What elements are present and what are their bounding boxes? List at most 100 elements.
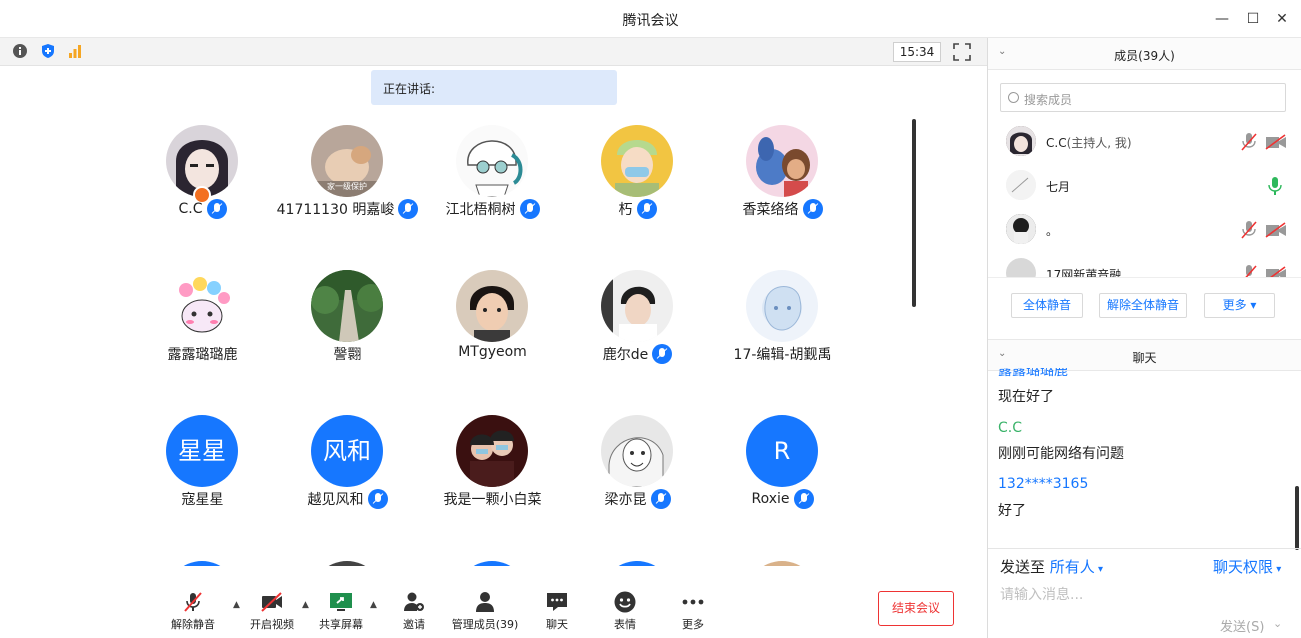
- participant-tile[interactable]: 鹿尔de: [565, 263, 710, 393]
- participant-tile[interactable]: 我是一颗小白菜: [420, 408, 565, 538]
- participant-tile[interactable]: MTgyeom: [420, 263, 565, 393]
- participant-tile[interactable]: 香菜络络: [710, 118, 855, 248]
- participant-avatar: [746, 125, 818, 197]
- mic-muted-icon[interactable]: [1240, 220, 1258, 240]
- participant-tile[interactable]: 风和越见风和: [275, 408, 420, 538]
- mic-muted-icon[interactable]: [1240, 264, 1258, 277]
- title-bar: 腾讯会议 — ☐ ✕: [0, 0, 1301, 38]
- participant-name: 朽: [618, 202, 633, 218]
- chat-header[interactable]: ⌄ 聊天: [988, 339, 1301, 371]
- camera-off-icon[interactable]: [1265, 134, 1287, 150]
- bottom-toolbar: 解除静音 ▲ 开启视频 ▲ 共享屏幕 ▲ 邀请 管理成员(39) 聊天 表情 更…: [0, 566, 987, 638]
- participant-avatar: R: [746, 415, 818, 487]
- participant-name: 41711130 明嘉峻: [276, 202, 395, 218]
- participant-tile[interactable]: 梁亦昆: [565, 408, 710, 538]
- security-shield-icon[interactable]: [40, 43, 56, 59]
- members-header[interactable]: ⌄ 成员(39人): [988, 38, 1301, 70]
- participant-tile[interactable]: 星星 寇星星: [130, 408, 275, 538]
- participant-name-line: Roxie: [710, 489, 855, 509]
- invite-button[interactable]: 邀请: [374, 590, 454, 636]
- mute-all-button[interactable]: 全体静音: [1011, 293, 1083, 318]
- send-options-caret[interactable]: ⌄: [1273, 617, 1282, 630]
- member-avatar: [1006, 214, 1036, 244]
- camera-off-icon[interactable]: [1265, 222, 1287, 238]
- chat-scrollbar[interactable]: [1295, 486, 1299, 550]
- info-icon[interactable]: [12, 43, 28, 59]
- participant-name: 17-编辑-胡觐禹: [733, 347, 832, 363]
- mic-muted-icon: [184, 592, 202, 612]
- participant-tile[interactable]: 謦翾: [275, 263, 420, 393]
- mic-muted-icon: [367, 489, 388, 509]
- members-title: 成员(39人): [1114, 49, 1175, 63]
- maximize-button[interactable]: ☐: [1242, 8, 1264, 30]
- emoji-icon: [614, 591, 636, 613]
- speaking-indicator: 正在讲话:: [371, 70, 617, 105]
- more-label: 更多: [682, 618, 704, 631]
- manage-members-label: 管理成员(39): [451, 618, 519, 631]
- chat-permission-button[interactable]: 聊天权限 ▾: [1213, 556, 1281, 577]
- participant-avatar: [601, 270, 673, 342]
- participant-name: 越见风和: [307, 492, 364, 508]
- participant-avatar: [456, 125, 528, 197]
- chat-title: 聊天: [1132, 351, 1157, 365]
- participant-name-line: 17-编辑-胡觐禹: [710, 344, 855, 364]
- chat-message-input[interactable]: 请输入消息...: [1000, 584, 1083, 604]
- more-button[interactable]: 更多: [653, 590, 733, 636]
- participant-name: Roxie: [751, 491, 790, 507]
- participant-tile[interactable]: 家一级保护 41711130 明嘉峻: [275, 118, 420, 248]
- share-screen-button[interactable]: 共享屏幕: [301, 590, 381, 636]
- member-list: C.C(主持人, 我) 七月 。 17网新莆音融: [988, 120, 1301, 277]
- participant-avatar: [456, 270, 528, 342]
- mic-muted-icon: [652, 344, 673, 364]
- participant-tile[interactable]: 露露璐璐鹿: [130, 263, 275, 393]
- member-row[interactable]: C.C(主持人, 我): [988, 120, 1301, 164]
- more-icon: [682, 599, 704, 605]
- unmute-button[interactable]: 解除静音: [153, 590, 233, 636]
- participant-avatar: [456, 415, 528, 487]
- member-avatar: [1006, 258, 1036, 277]
- manage-members-button[interactable]: 管理成员(39): [445, 590, 525, 636]
- participant-avatar: [311, 270, 383, 342]
- participant-tile[interactable]: 朽: [565, 118, 710, 248]
- participant-tile[interactable]: C.C: [130, 118, 275, 248]
- participant-tile[interactable]: 江北梧桐树: [420, 118, 565, 248]
- unmute-all-button[interactable]: 解除全体静音: [1099, 293, 1187, 318]
- end-meeting-button[interactable]: 结束会议: [878, 591, 954, 626]
- minimize-button[interactable]: —: [1211, 8, 1233, 30]
- participant-tile[interactable]: 17-编辑-胡觐禹: [710, 263, 855, 393]
- participant-name: 寇星星: [181, 492, 224, 508]
- unmute-label: 解除静音: [171, 618, 215, 631]
- mic-active-icon[interactable]: [1266, 176, 1284, 196]
- start-video-button[interactable]: 开启视频: [232, 590, 312, 636]
- signal-icon[interactable]: [67, 43, 83, 59]
- members-more-label: 更多: [1222, 298, 1247, 312]
- invite-label: 邀请: [403, 618, 425, 631]
- send-to-label: 发送至: [1000, 558, 1046, 576]
- participant-tile[interactable]: R Roxie: [710, 408, 855, 538]
- participant-name-line: C.C: [130, 199, 275, 219]
- members-icon: [476, 592, 494, 612]
- mic-muted-icon: [636, 199, 657, 219]
- send-to-target[interactable]: 所有人: [1050, 558, 1095, 576]
- member-row[interactable]: 17网新莆音融: [988, 252, 1301, 277]
- participant-name: 香菜络络: [742, 202, 799, 218]
- search-placeholder: 搜索成员: [1024, 93, 1073, 107]
- participant-avatar: 星星: [166, 415, 238, 487]
- member-name: 17网新莆音融: [1046, 268, 1122, 277]
- member-search-input[interactable]: 搜索成员: [1000, 83, 1286, 112]
- participant-name-line: 我是一颗小白菜: [420, 489, 565, 509]
- participant-avatar: [601, 125, 673, 197]
- send-to-selector[interactable]: 发送至 所有人 ▾: [1000, 556, 1103, 577]
- mic-muted-icon: [650, 489, 671, 509]
- participant-avatar: 风和: [311, 415, 383, 487]
- member-row[interactable]: 。: [988, 208, 1301, 252]
- chat-message-text: 刚刚可能网络有问题: [998, 446, 1124, 462]
- camera-off-icon[interactable]: [1265, 266, 1287, 277]
- grid-scrollbar[interactable]: [912, 119, 916, 307]
- members-more-button[interactable]: 更多 ▾: [1204, 293, 1275, 318]
- mic-muted-icon[interactable]: [1240, 132, 1258, 152]
- close-button[interactable]: ✕: [1271, 8, 1293, 30]
- member-row[interactable]: 七月: [988, 164, 1301, 208]
- fullscreen-icon[interactable]: [953, 43, 971, 61]
- send-button[interactable]: 发送(S): [1220, 616, 1264, 635]
